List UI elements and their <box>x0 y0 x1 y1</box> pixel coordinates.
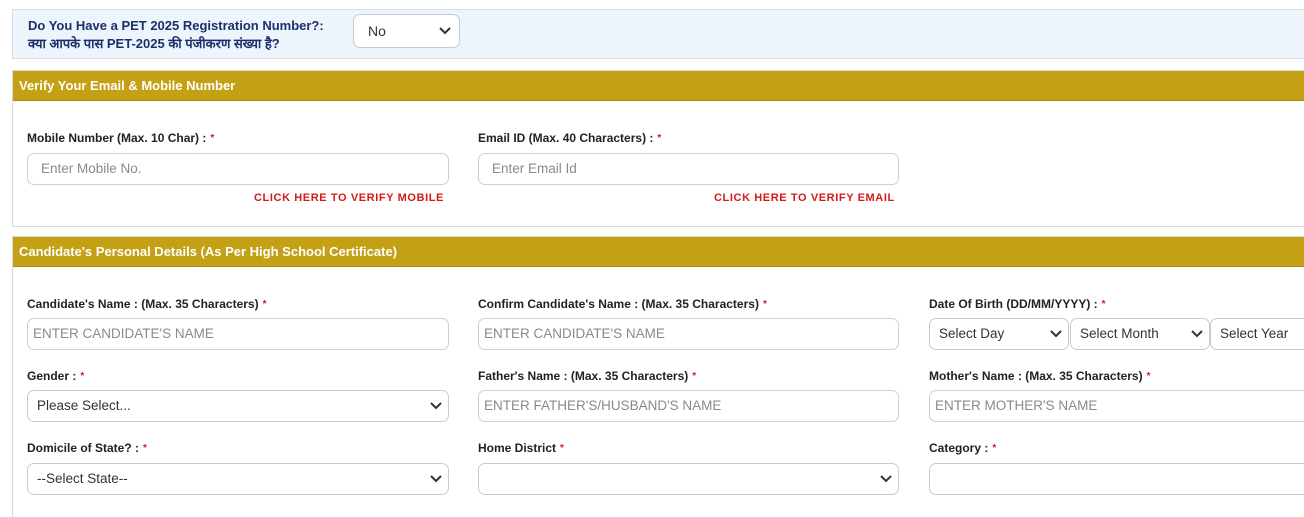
home-district-select[interactable] <box>478 463 899 495</box>
father-name-label: Father's Name : (Max. 35 Characters) * <box>478 369 696 383</box>
email-label: Email ID (Max. 40 Characters) : * <box>478 131 661 145</box>
required-marker: * <box>692 371 697 382</box>
domicile-select-value: --Select State-- <box>37 471 128 486</box>
domicile-label: Domicile of State? : * <box>27 441 147 455</box>
pet-question-label-en: Do You Have a PET 2025 Registration Numb… <box>28 18 324 33</box>
candidate-name-label-text: Candidate's Name : (Max. 35 Characters) <box>27 297 259 311</box>
mobile-input-placeholder: Enter Mobile No. <box>41 161 142 176</box>
dob-day-select[interactable]: Select Day <box>929 318 1069 350</box>
dob-year-select[interactable]: Select Year <box>1210 318 1304 350</box>
candidate-name-label: Candidate's Name : (Max. 35 Characters) * <box>27 297 267 311</box>
required-marker: * <box>560 443 564 454</box>
verify-panel-title: Verify Your Email & Mobile Number <box>13 71 1304 101</box>
category-select[interactable] <box>929 463 1304 495</box>
father-name-label-text: Father's Name : (Max. 35 Characters) <box>478 369 689 383</box>
email-input-placeholder: Enter Email Id <box>492 161 577 176</box>
chevron-down-icon <box>1050 330 1062 338</box>
mobile-input[interactable]: Enter Mobile No. <box>27 153 449 185</box>
mother-name-label-text: Mother's Name : (Max. 35 Characters) <box>929 369 1143 383</box>
category-label: Category : * <box>929 441 996 455</box>
mother-name-input[interactable]: ENTER MOTHER'S NAME <box>929 390 1304 422</box>
dob-day-value: Select Day <box>939 326 1005 341</box>
required-marker: * <box>657 133 662 144</box>
confirm-name-placeholder: ENTER CANDIDATE'S NAME <box>484 326 665 341</box>
personal-details-title: Candidate's Personal Details (As Per Hig… <box>13 237 1304 267</box>
pet-question-label: Do You Have a PET 2025 Registration Numb… <box>28 17 324 53</box>
required-marker: * <box>1101 299 1106 310</box>
chevron-down-icon <box>430 402 442 410</box>
email-label-text: Email ID (Max. 40 Characters) : <box>478 131 654 145</box>
pet-registration-question: Do You Have a PET 2025 Registration Numb… <box>12 9 1304 59</box>
chevron-down-icon <box>439 27 451 35</box>
chevron-down-icon <box>430 475 442 483</box>
pet-registration-select-value: No <box>368 23 386 39</box>
chevron-down-icon <box>880 475 892 483</box>
dob-year-value: Select Year <box>1220 326 1289 341</box>
dob-month-select[interactable]: Select Month <box>1070 318 1210 350</box>
home-district-label-text: Home District <box>478 441 557 455</box>
required-marker: * <box>210 133 215 144</box>
confirm-name-label-text: Confirm Candidate's Name : (Max. 35 Char… <box>478 297 759 311</box>
required-marker: * <box>80 371 85 382</box>
chevron-down-icon <box>1191 330 1203 338</box>
verify-mobile-link[interactable]: CLICK HERE TO VERIFY MOBILE <box>254 192 444 204</box>
pet-question-label-hi: क्या आपके पास PET-2025 की पंजीकरण संख्या… <box>28 36 280 51</box>
gender-select[interactable]: Please Select... <box>27 390 449 422</box>
gender-select-value: Please Select... <box>37 398 131 413</box>
required-marker: * <box>262 299 267 310</box>
pet-registration-select[interactable]: No <box>353 14 460 48</box>
mother-name-label: Mother's Name : (Max. 35 Characters) * <box>929 369 1151 383</box>
confirm-name-label: Confirm Candidate's Name : (Max. 35 Char… <box>478 297 767 311</box>
father-name-placeholder: ENTER FATHER'S/HUSBAND'S NAME <box>484 398 722 413</box>
required-marker: * <box>1146 371 1151 382</box>
dob-label-text: Date Of Birth (DD/MM/YYYY) : <box>929 297 1098 311</box>
required-marker: * <box>143 443 147 454</box>
verify-panel: Verify Your Email & Mobile Number Mobile… <box>12 70 1304 227</box>
dob-month-value: Select Month <box>1080 326 1159 341</box>
mobile-label: Mobile Number (Max. 10 Char) : * <box>27 131 214 145</box>
home-district-label: Home District * <box>478 441 564 455</box>
personal-details-panel: Candidate's Personal Details (As Per Hig… <box>12 236 1304 517</box>
category-label-text: Category : <box>929 441 989 455</box>
required-marker: * <box>992 443 997 454</box>
gender-label-text: Gender : <box>27 369 77 383</box>
domicile-select[interactable]: --Select State-- <box>27 463 449 495</box>
confirm-name-input[interactable]: ENTER CANDIDATE'S NAME <box>478 318 899 350</box>
verify-email-link[interactable]: CLICK HERE TO VERIFY EMAIL <box>714 192 895 204</box>
candidate-name-input[interactable]: ENTER CANDIDATE'S NAME <box>27 318 449 350</box>
mobile-label-text: Mobile Number (Max. 10 Char) : <box>27 131 207 145</box>
dob-label: Date Of Birth (DD/MM/YYYY) : * <box>929 297 1106 311</box>
candidate-name-placeholder: ENTER CANDIDATE'S NAME <box>33 326 214 341</box>
email-input[interactable]: Enter Email Id <box>478 153 899 185</box>
domicile-label-text: Domicile of State? : <box>27 441 140 455</box>
father-name-input[interactable]: ENTER FATHER'S/HUSBAND'S NAME <box>478 390 899 422</box>
gender-label: Gender : * <box>27 369 84 383</box>
required-marker: * <box>762 299 767 310</box>
mother-name-placeholder: ENTER MOTHER'S NAME <box>935 398 1098 413</box>
